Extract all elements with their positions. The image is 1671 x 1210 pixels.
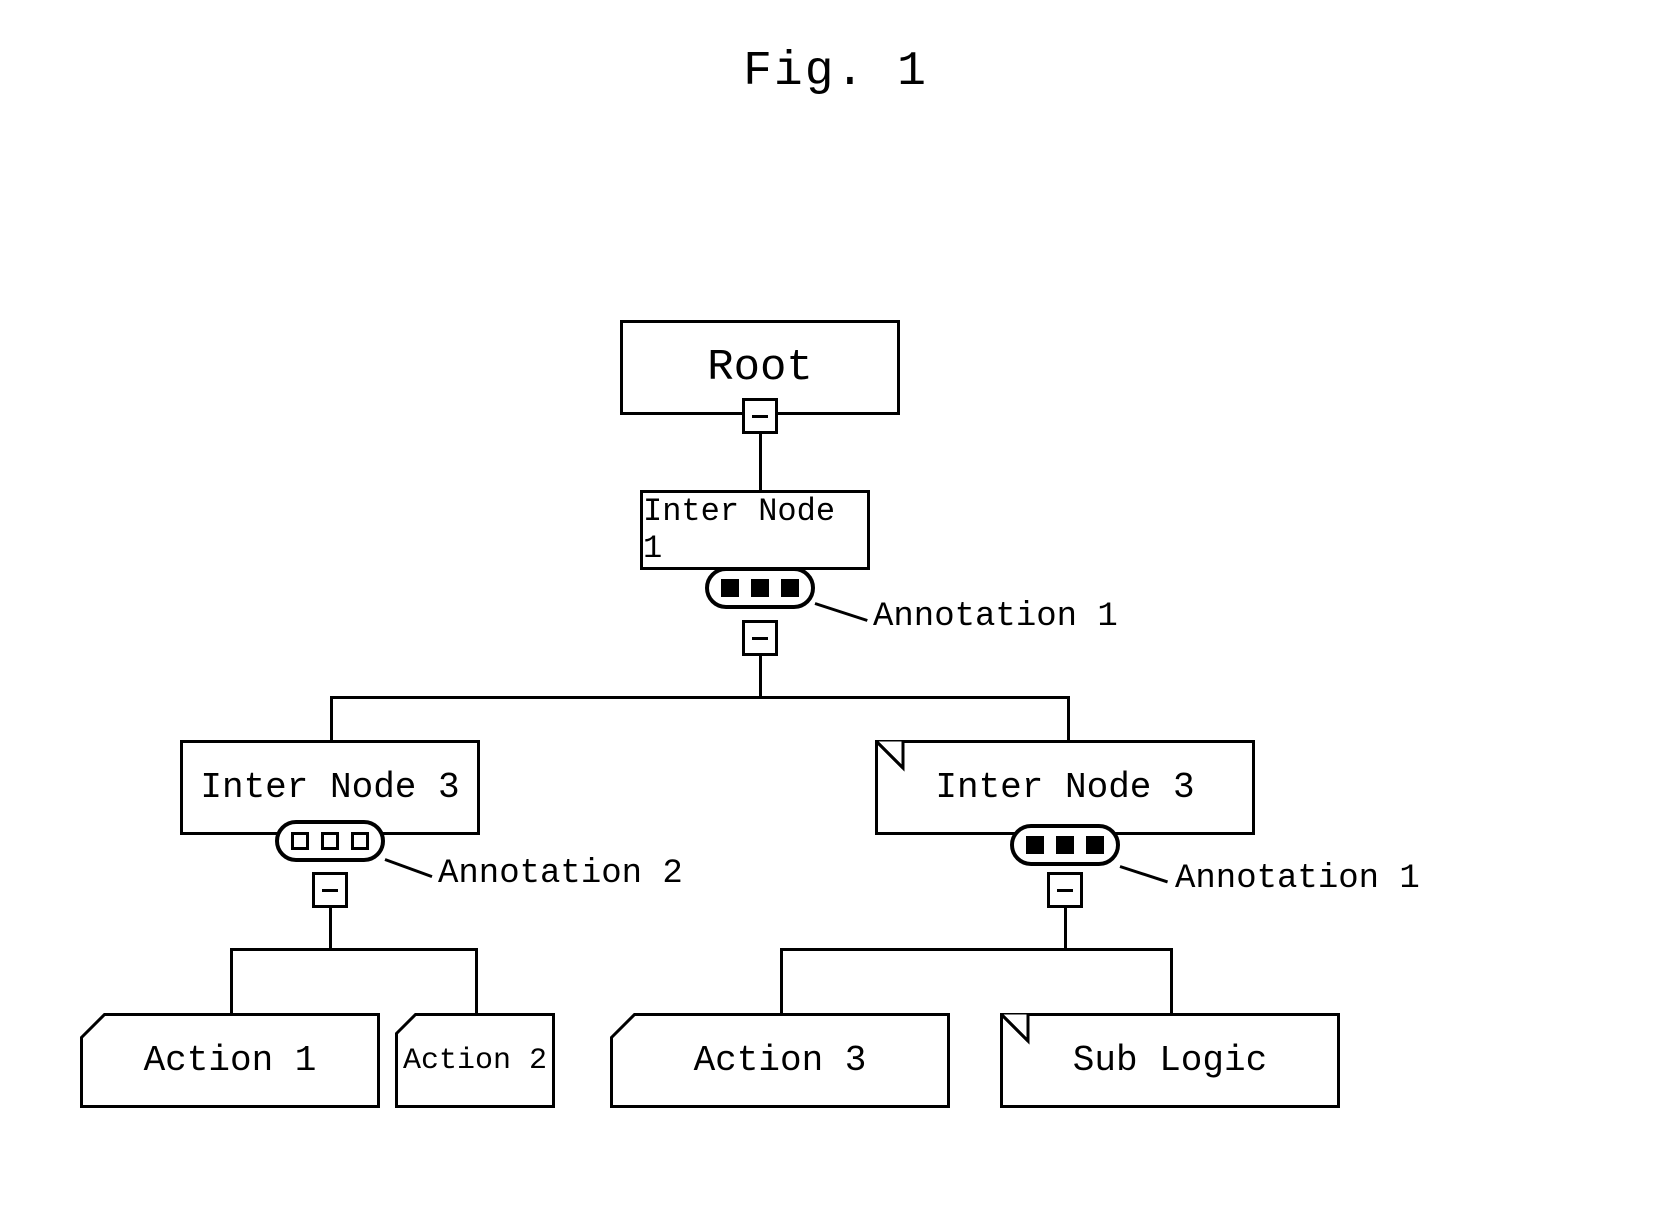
pill-annotation-2 xyxy=(275,820,385,862)
pill-square-icon xyxy=(1086,836,1104,854)
pill-square-icon xyxy=(291,832,309,850)
connector-line xyxy=(330,696,1070,699)
connector-line xyxy=(759,656,762,696)
annotation-2: Annotation 2 xyxy=(438,855,683,893)
node-inter-3-right-label: Inter Node 3 xyxy=(935,767,1194,808)
connector-line xyxy=(780,948,1173,951)
pill-square-icon xyxy=(1026,836,1044,854)
connector-line xyxy=(330,696,333,740)
node-sub-logic: Sub Logic xyxy=(1000,1013,1340,1108)
connector-line xyxy=(1170,948,1173,1013)
node-action-1: Action 1 xyxy=(80,1013,380,1108)
node-action-2-label: Action 2 xyxy=(403,1044,547,1078)
pill-square-icon xyxy=(721,579,739,597)
corner-cut-icon xyxy=(80,1013,110,1043)
connector-line xyxy=(780,948,783,1013)
expand-toggle-inter3-left xyxy=(312,872,348,908)
connector-line xyxy=(759,434,762,490)
node-action-2: Action 2 xyxy=(395,1013,555,1108)
tree-diagram: Root Inter Node 1 Annotation 1 Inter Nod… xyxy=(80,320,1580,1120)
node-inter-1: Inter Node 1 xyxy=(640,490,870,570)
node-inter-1-label: Inter Node 1 xyxy=(643,493,867,567)
expand-toggle-inter3-right xyxy=(1047,872,1083,908)
pill-annotation-1-right xyxy=(1010,824,1120,866)
node-inter-3-left-label: Inter Node 3 xyxy=(200,767,459,808)
connector-line xyxy=(1067,696,1070,740)
annotation-leader xyxy=(815,602,868,622)
annotation-leader xyxy=(1120,865,1168,883)
node-root-label: Root xyxy=(707,343,813,393)
dog-ear-icon xyxy=(875,740,907,772)
corner-cut-icon xyxy=(610,1013,640,1043)
node-action-1-label: Action 1 xyxy=(144,1040,317,1081)
connector-line xyxy=(230,948,233,1013)
pill-square-icon xyxy=(781,579,799,597)
pill-square-icon xyxy=(321,832,339,850)
expand-toggle-root xyxy=(742,398,778,434)
pill-annotation-1-top xyxy=(705,567,815,609)
node-sub-logic-label: Sub Logic xyxy=(1073,1040,1267,1081)
pill-square-icon xyxy=(351,832,369,850)
connector-line xyxy=(329,908,332,948)
corner-cut-icon xyxy=(395,1013,421,1039)
figure-title: Fig. 1 xyxy=(743,45,928,99)
dog-ear-icon xyxy=(1000,1013,1032,1045)
annotation-1-right: Annotation 1 xyxy=(1175,860,1420,898)
connector-line xyxy=(1064,908,1067,948)
annotation-leader xyxy=(384,858,432,878)
node-action-3: Action 3 xyxy=(610,1013,950,1108)
connector-line xyxy=(475,948,478,1013)
pill-square-icon xyxy=(1056,836,1074,854)
node-action-3-label: Action 3 xyxy=(694,1040,867,1081)
connector-line xyxy=(230,948,478,951)
node-inter-3-right: Inter Node 3 xyxy=(875,740,1255,835)
pill-square-icon xyxy=(751,579,769,597)
annotation-1-top: Annotation 1 xyxy=(873,598,1118,636)
expand-toggle-inter1 xyxy=(742,620,778,656)
